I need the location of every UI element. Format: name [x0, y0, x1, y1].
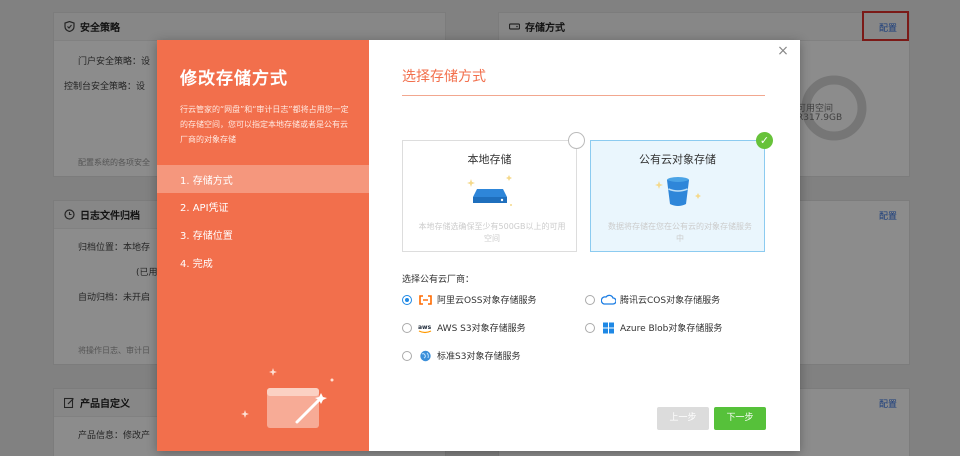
- cloud-storage-card[interactable]: ✓ 公有云对象存储 数据将存储在您在公有云的对象存储服务中: [590, 132, 773, 252]
- local-storage-title: 本地存储: [467, 153, 512, 166]
- vendor-option-azure[interactable]: Azure Blob对象存储服务: [585, 321, 722, 334]
- vendor-radio-aws[interactable]: [402, 322, 412, 333]
- step-complete: 4. 完成: [180, 258, 213, 270]
- step-storage-location: 3. 存储位置: [180, 230, 233, 242]
- step-api-credentials: 2. API凭证: [180, 202, 229, 214]
- vendor-radio-aliyun[interactable]: [402, 294, 412, 305]
- local-storage-radio[interactable]: [568, 132, 585, 149]
- vendor-option-aws[interactable]: aws AWS S3对象存储服务: [402, 321, 526, 334]
- vendor-radio-s3[interactable]: [402, 350, 412, 361]
- dialog-description: 行云管家的“网盘”和“审计日志”都将占用您一定的存储空间，您可以指定本地存储或者…: [180, 105, 349, 144]
- check-icon: ✓: [756, 132, 773, 149]
- tencent-cloud-icon: [600, 294, 617, 306]
- wizard-sidebar: 修改存储方式 行云管家的“网盘”和“审计日志”都将占用您一定的存储空间，您可以指…: [157, 40, 369, 451]
- globe-icon: [418, 350, 433, 362]
- aliyun-icon: [418, 294, 433, 306]
- section-divider: [402, 95, 765, 96]
- dialog-title: 修改存储方式: [180, 69, 288, 89]
- local-storage-card[interactable]: 本地存储 本地存储选确保至少有500GB以上的可用空间: [402, 132, 585, 252]
- aws-icon: aws: [418, 322, 433, 334]
- vendor-label-aws: AWS S3对象存储服务: [437, 324, 526, 334]
- section-title: 选择存储方式: [402, 69, 486, 85]
- next-button[interactable]: 下一步: [714, 407, 766, 430]
- step-storage-method: 1. 存储方式: [157, 165, 369, 193]
- storage-dialog: 修改存储方式 行云管家的“网盘”和“审计日志”都将占用您一定的存储空间，您可以指…: [157, 40, 800, 451]
- hard-drive-icon: [467, 175, 512, 206]
- cloud-storage-title: 公有云对象存储: [639, 153, 716, 166]
- local-storage-desc: 本地存储选确保至少有500GB以上的可用空间: [418, 222, 566, 243]
- vendor-option-s3[interactable]: 标准S3对象存储服务: [402, 349, 520, 362]
- vendor-label-s3: 标准S3对象存储服务: [437, 352, 521, 362]
- vendor-label-azure: Azure Blob对象存储服务: [620, 324, 723, 334]
- windows-icon: [601, 322, 616, 334]
- close-icon[interactable]: ×: [776, 44, 790, 58]
- window-wand-illustration: [241, 368, 334, 428]
- vendor-radio-azure[interactable]: [585, 322, 595, 333]
- vendor-label-aliyun: 阿里云OSS对象存储服务: [437, 296, 537, 306]
- vendor-label: 选择公有云厂商：: [402, 275, 475, 285]
- vendor-option-aliyun[interactable]: 阿里云OSS对象存储服务: [402, 293, 537, 306]
- cloud-storage-desc: 数据将存储在您在公有云的对象存储服务中: [608, 222, 752, 243]
- vendor-option-tencent[interactable]: 腾讯云COS对象存储服务: [585, 293, 720, 306]
- svg-text:aws: aws: [418, 324, 432, 331]
- bucket-icon: [655, 177, 701, 206]
- vendor-label-tencent: 腾讯云COS对象存储服务: [620, 296, 721, 306]
- vendor-radio-tencent[interactable]: [585, 294, 595, 305]
- prev-button[interactable]: 上一步: [657, 407, 709, 430]
